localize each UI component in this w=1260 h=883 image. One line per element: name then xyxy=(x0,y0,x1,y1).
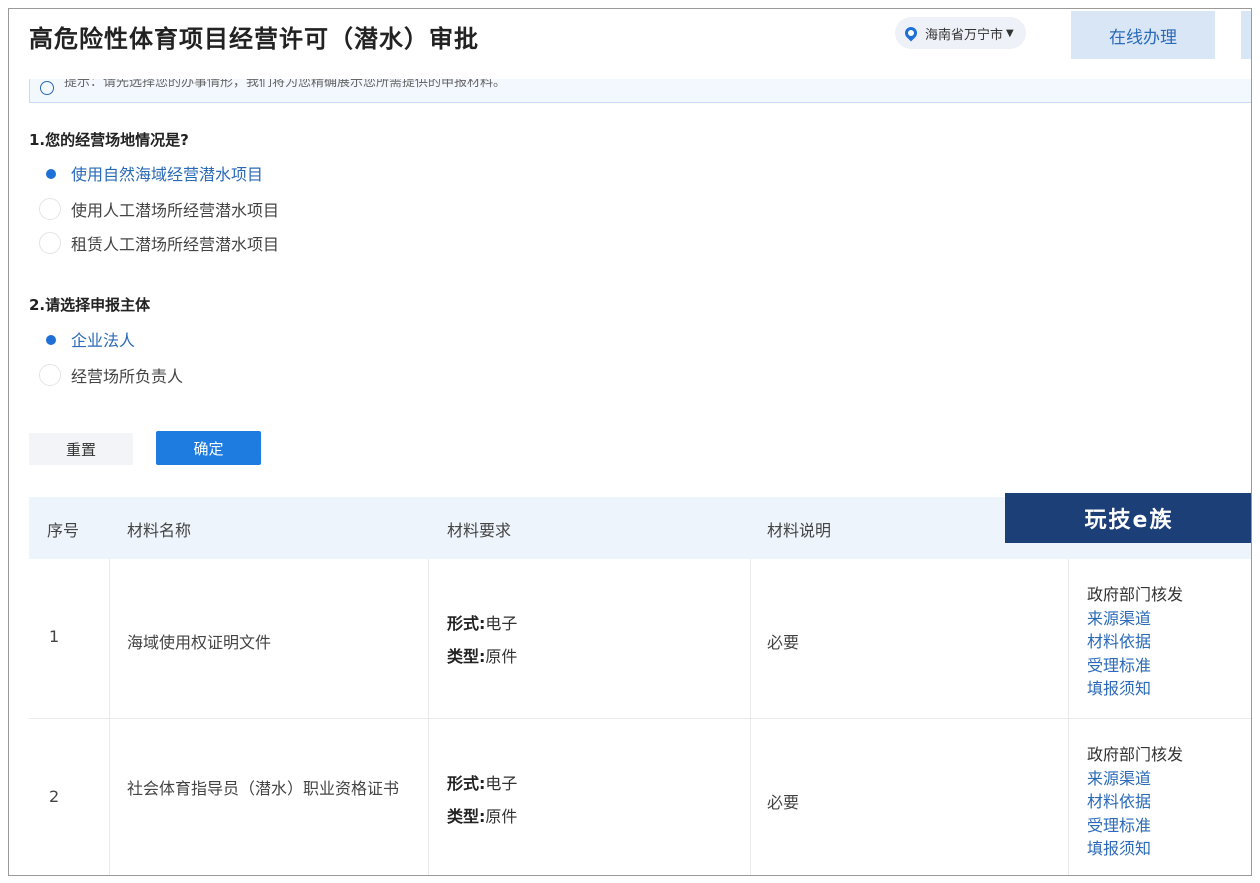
option-lease-site[interactable]: 租赁人工潜场所经营潜水项目 xyxy=(39,231,279,255)
column-header: 材料说明 xyxy=(767,521,832,540)
source-text: 政府部门核发 xyxy=(1087,745,1184,764)
table-row: 1 海域使用权证明文件 形式:电子 类型:原件 必要 政府部门核发 来源渠道 材… xyxy=(29,559,1251,719)
confirm-button[interactable]: 确定 xyxy=(156,431,261,465)
radio-unchecked-icon[interactable] xyxy=(39,232,61,254)
region-selector[interactable]: 海南省万宁市 ▼ xyxy=(895,17,1026,49)
radio-checked-icon[interactable] xyxy=(39,328,61,350)
option-label: 使用人工潜场所经营潜水项目 xyxy=(71,201,280,220)
online-apply-button[interactable]: 在线办理 xyxy=(1071,11,1215,59)
column-header: 材料名称 xyxy=(127,521,192,540)
location-pin-icon xyxy=(902,24,920,42)
type-value: 原件 xyxy=(485,647,518,666)
option-artificial-site[interactable]: 使用人工潜场所经营潜水项目 xyxy=(39,197,279,221)
link-acceptance-standard[interactable]: 受理标准 xyxy=(1087,814,1183,838)
material-note: 必要 xyxy=(767,633,800,652)
material-requirement: 形式:电子 类型:原件 xyxy=(447,607,517,673)
reset-button[interactable]: 重置 xyxy=(29,433,133,465)
edge-button[interactable] xyxy=(1241,11,1251,59)
form-value: 电子 xyxy=(485,614,518,633)
option-label: 租赁人工潜场所经营潜水项目 xyxy=(71,235,280,254)
source-text: 政府部门核发 xyxy=(1087,585,1184,604)
tip-text: 提示：请先选择您的办事情形，我们将为您精确展示您所需提供的申报材料。 xyxy=(64,79,507,90)
option-label: 经营场所负责人 xyxy=(71,367,184,386)
type-label: 类型: xyxy=(447,647,486,666)
material-source: 政府部门核发 来源渠道 材料依据 受理标准 填报须知 xyxy=(1087,743,1183,861)
link-filling-notice[interactable]: 填报须知 xyxy=(1087,677,1183,701)
watermark-logo: 玩技e族 xyxy=(1005,493,1251,543)
form-value: 电子 xyxy=(485,774,518,793)
link-material-basis[interactable]: 材料依据 xyxy=(1087,630,1183,654)
link-acceptance-standard[interactable]: 受理标准 xyxy=(1087,654,1183,678)
header: 高危险性体育项目经营许可（潜水）审批 海南省万宁市 ▼ 在线办理 xyxy=(9,9,1251,67)
form-label: 形式: xyxy=(447,774,486,793)
column-header: 序号 xyxy=(47,521,80,540)
option-label: 企业法人 xyxy=(71,331,136,350)
caret-down-icon: ▼ xyxy=(1006,27,1014,39)
type-value: 原件 xyxy=(485,807,518,826)
option-enterprise[interactable]: 企业法人 xyxy=(39,327,135,351)
question-site: 1.您的经营场地情况是? xyxy=(29,131,189,149)
material-source: 政府部门核发 来源渠道 材料依据 受理标准 填报须知 xyxy=(1087,583,1183,701)
row-index: 2 xyxy=(49,787,60,806)
radio-unchecked-icon[interactable] xyxy=(39,198,61,220)
link-filling-notice[interactable]: 填报须知 xyxy=(1087,837,1183,861)
form-label: 形式: xyxy=(447,614,486,633)
table-row: 2 社会体育指导员（潜水）职业资格证书 形式:电子 类型:原件 必要 政府部门核… xyxy=(29,719,1251,875)
info-icon xyxy=(40,81,54,95)
page-title: 高危险性体育项目经营许可（潜水）审批 xyxy=(29,25,479,53)
type-label: 类型: xyxy=(447,807,486,826)
app-window: 高危险性体育项目经营许可（潜水）审批 海南省万宁市 ▼ 在线办理 提示：请先选择… xyxy=(8,8,1252,876)
radio-unchecked-icon[interactable] xyxy=(39,364,61,386)
row-index: 1 xyxy=(49,627,60,646)
material-note: 必要 xyxy=(767,793,800,812)
question-applicant: 2.请选择申报主体 xyxy=(29,296,151,314)
option-label: 使用自然海域经营潜水项目 xyxy=(71,165,264,184)
option-site-manager[interactable]: 经营场所负责人 xyxy=(39,363,183,387)
option-natural-sea[interactable]: 使用自然海域经营潜水项目 xyxy=(39,161,263,185)
link-material-basis[interactable]: 材料依据 xyxy=(1087,790,1183,814)
link-source-channel[interactable]: 来源渠道 xyxy=(1087,607,1183,631)
material-requirement: 形式:电子 类型:原件 xyxy=(447,767,517,833)
region-label: 海南省万宁市 xyxy=(925,27,1004,43)
column-header: 材料要求 xyxy=(447,521,512,540)
link-source-channel[interactable]: 来源渠道 xyxy=(1087,767,1183,791)
radio-checked-icon[interactable] xyxy=(39,162,61,184)
tip-banner: 提示：请先选择您的办事情形，我们将为您精确展示您所需提供的申报材料。 xyxy=(29,79,1251,103)
material-name: 社会体育指导员（潜水）职业资格证书 xyxy=(127,779,400,798)
material-name: 海域使用权证明文件 xyxy=(127,633,272,652)
